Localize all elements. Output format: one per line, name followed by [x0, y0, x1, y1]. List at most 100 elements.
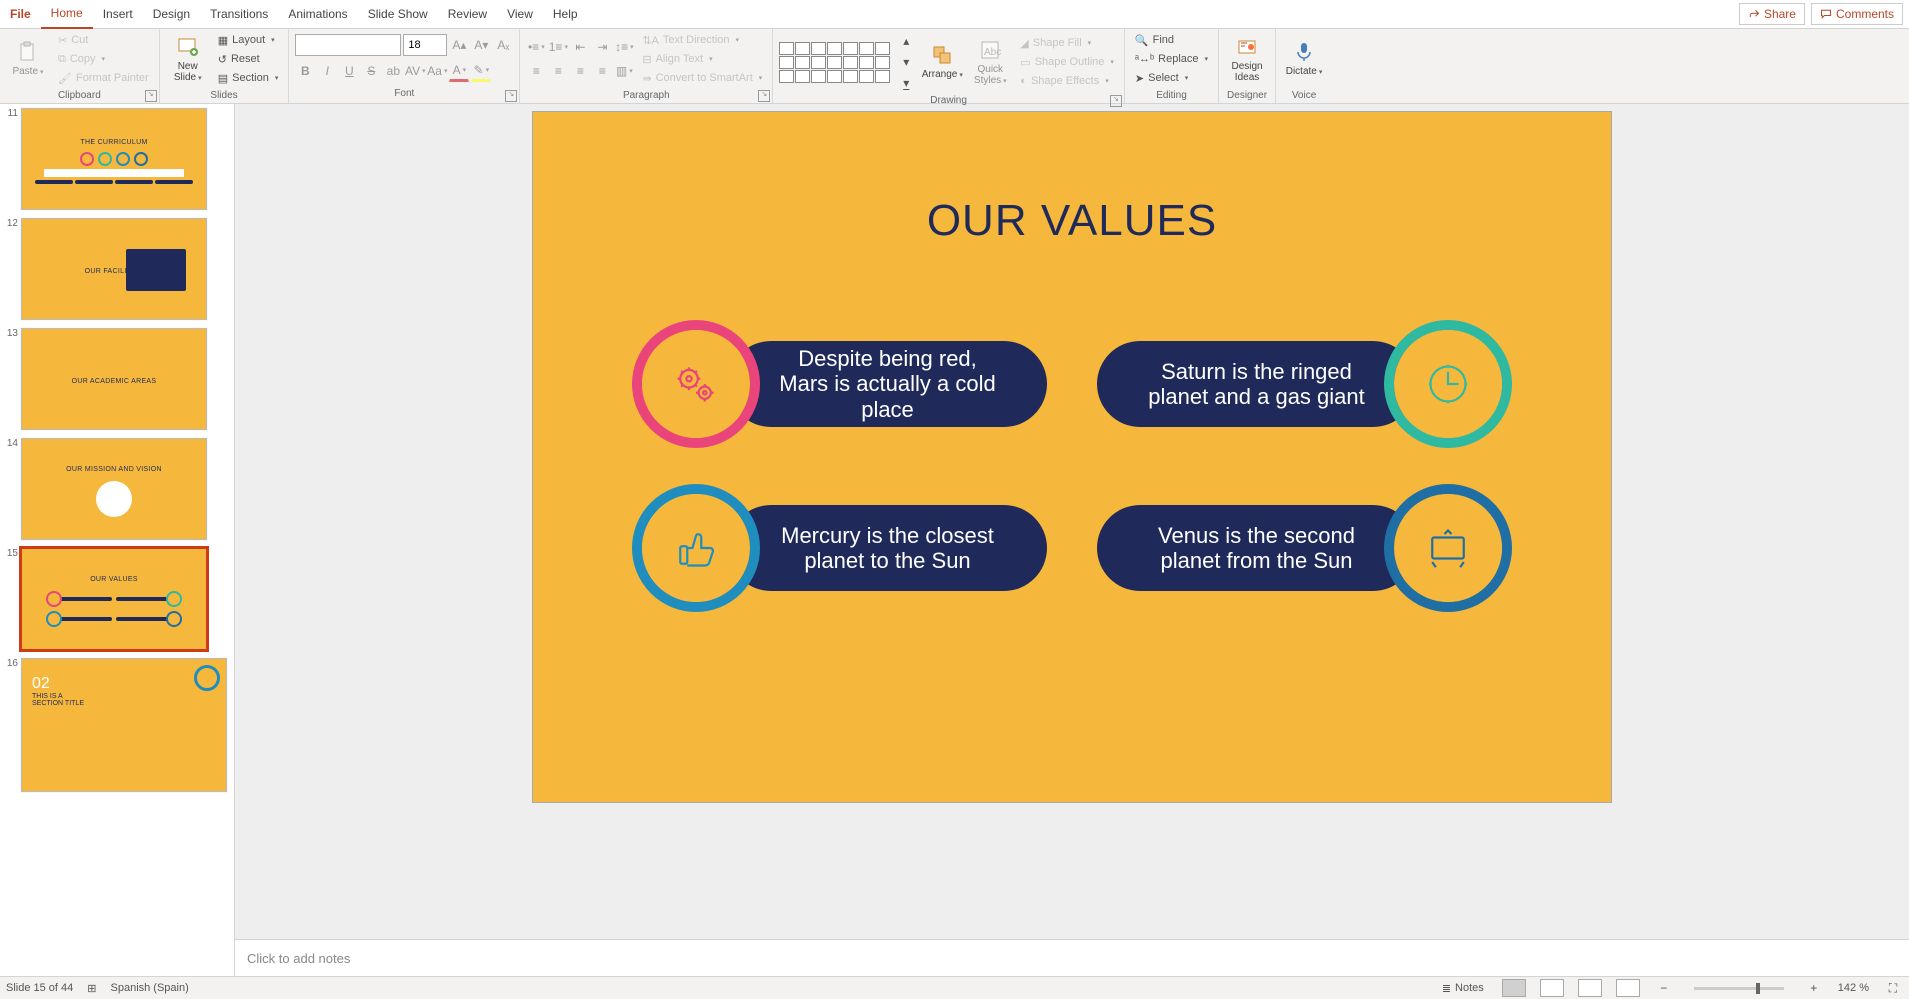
status-language[interactable]: Spanish (Spain): [111, 982, 189, 994]
replace-icon: ᵃ↔ᵇ: [1135, 53, 1154, 65]
tab-slideshow[interactable]: Slide Show: [358, 0, 438, 28]
copy-button[interactable]: ⧉Copy: [54, 50, 153, 68]
font-color-button[interactable]: A: [449, 60, 469, 82]
normal-view-button[interactable]: [1502, 979, 1526, 997]
align-right-button[interactable]: ≡: [570, 61, 590, 81]
align-text-button[interactable]: ⊟Align Text: [638, 50, 766, 68]
group-paragraph: •≡ 1≡ ⇤ ⇥ ↕≡ ≡ ≡ ≡ ≡ ▥ ⇅AText D: [520, 29, 773, 103]
section-button[interactable]: ▤Section: [214, 69, 283, 87]
dictate-button[interactable]: Dictate: [1282, 31, 1326, 87]
paste-icon: [16, 40, 40, 64]
italic-button[interactable]: I: [317, 61, 337, 81]
thumb-16[interactable]: 16 02 THIS IS A SECTION TITLE: [0, 654, 234, 796]
char-spacing-button[interactable]: AV: [405, 61, 425, 81]
font-dialog-launcher[interactable]: ↘: [505, 90, 517, 102]
slideshow-view-button[interactable]: [1616, 979, 1640, 997]
layout-button[interactable]: ▦Layout: [214, 31, 283, 49]
tab-insert[interactable]: Insert: [93, 0, 143, 28]
smartart-button[interactable]: ⇛Convert to SmartArt: [638, 69, 766, 87]
thumb-11[interactable]: 11 THE CURRICULUM: [0, 104, 234, 214]
thumb-12[interactable]: 12 OUR FACILITIES: [0, 214, 234, 324]
numbering-button[interactable]: 1≡: [548, 37, 568, 57]
design-ideas-button[interactable]: Design Ideas: [1225, 31, 1269, 87]
cut-button[interactable]: ✂Cut: [54, 31, 153, 49]
text-direction-button[interactable]: ⇅AText Direction: [638, 31, 766, 49]
comments-button[interactable]: Comments: [1811, 3, 1903, 25]
canvas-scroll[interactable]: OUR VALUES Despite being red, Mars is ac…: [235, 104, 1909, 939]
group-clipboard: Paste ✂Cut ⧉Copy 🖌Format Painter Clipboa…: [0, 29, 160, 103]
strike-button[interactable]: S: [361, 61, 381, 81]
align-center-button[interactable]: ≡: [548, 61, 568, 81]
shapes-more-icon[interactable]: ▾̲: [896, 73, 916, 93]
change-case-button[interactable]: Aa: [427, 61, 447, 81]
clear-format-icon[interactable]: Aₓ: [493, 35, 513, 55]
value-text-1: Despite being red, Mars is actually a co…: [728, 341, 1047, 427]
status-slide-number: Slide 15 of 44: [6, 982, 73, 994]
line-spacing-button[interactable]: ↕≡: [614, 37, 634, 57]
accessibility-icon[interactable]: ⊞: [87, 982, 96, 995]
tab-home[interactable]: Home: [41, 0, 93, 29]
increase-font-icon[interactable]: A▴: [449, 35, 469, 55]
indent-button[interactable]: ⇥: [592, 37, 612, 57]
align-text-icon: ⊟: [642, 53, 651, 66]
tab-help[interactable]: Help: [543, 0, 588, 28]
share-button[interactable]: Share: [1739, 3, 1805, 25]
shape-effects-button[interactable]: ◐Shape Effects: [1016, 72, 1118, 90]
bold-button[interactable]: B: [295, 61, 315, 81]
columns-button[interactable]: ▥: [614, 61, 634, 81]
thumb-14[interactable]: 14 OUR MISSION AND VISION: [0, 434, 234, 544]
cursor-icon: ➤: [1135, 72, 1144, 85]
tab-transitions[interactable]: Transitions: [200, 0, 278, 28]
bullets-button[interactable]: •≡: [526, 37, 546, 57]
replace-button[interactable]: ᵃ↔ᵇReplace: [1131, 50, 1212, 68]
tab-file[interactable]: File: [0, 0, 41, 28]
reading-view-button[interactable]: [1578, 979, 1602, 997]
slide-canvas[interactable]: OUR VALUES Despite being red, Mars is ac…: [533, 112, 1611, 802]
canvas-area: OUR VALUES Despite being red, Mars is ac…: [235, 104, 1909, 976]
clipboard-dialog-launcher[interactable]: ↘: [145, 90, 157, 102]
decrease-font-icon[interactable]: A▾: [471, 35, 491, 55]
format-painter-button[interactable]: 🖌Format Painter: [54, 69, 153, 87]
zoom-out-button[interactable]: −: [1654, 978, 1674, 998]
font-size-input[interactable]: [403, 34, 447, 56]
notes-toggle[interactable]: ≣Notes: [1438, 979, 1488, 997]
group-label-designer: Designer: [1227, 90, 1267, 101]
underline-button[interactable]: U: [339, 61, 359, 81]
shape-outline-button[interactable]: ▭Shape Outline: [1016, 53, 1118, 71]
zoom-slider[interactable]: [1694, 987, 1784, 990]
clock-icon: [1384, 320, 1512, 448]
zoom-level[interactable]: 142 %: [1838, 982, 1869, 994]
reset-button[interactable]: ↺Reset: [214, 50, 283, 68]
fit-to-window-button[interactable]: ⛶: [1883, 978, 1903, 998]
tab-design[interactable]: Design: [143, 0, 200, 28]
value-card-1: Despite being red, Mars is actually a co…: [632, 332, 1047, 436]
font-name-input[interactable]: [295, 34, 401, 56]
thumb-15[interactable]: 15 OUR VALUES: [0, 544, 234, 654]
tab-view[interactable]: View: [497, 0, 543, 28]
shapes-gallery[interactable]: [779, 42, 890, 83]
paragraph-dialog-launcher[interactable]: ↘: [758, 90, 770, 102]
quick-styles-button[interactable]: Abc Quick Styles: [968, 34, 1012, 90]
shapes-down-icon[interactable]: ▾: [896, 52, 916, 72]
justify-button[interactable]: ≡: [592, 61, 612, 81]
zoom-in-button[interactable]: +: [1804, 978, 1824, 998]
select-button[interactable]: ➤Select: [1131, 69, 1212, 87]
notes-pane[interactable]: Click to add notes: [235, 939, 1909, 976]
thumbnail-pane[interactable]: 11 THE CURRICULUM 12 OUR FACILITIES 13 O…: [0, 104, 235, 976]
thumb-13[interactable]: 13 OUR ACADEMIC AREAS: [0, 324, 234, 434]
group-designer: Design Ideas Designer: [1219, 29, 1276, 103]
shape-fill-button[interactable]: ◢Shape Fill: [1016, 34, 1118, 52]
new-slide-button[interactable]: New Slide: [166, 31, 210, 87]
tab-review[interactable]: Review: [438, 0, 497, 28]
highlight-button[interactable]: ✎: [471, 60, 491, 82]
align-left-button[interactable]: ≡: [526, 61, 546, 81]
tab-animations[interactable]: Animations: [278, 0, 357, 28]
outdent-button[interactable]: ⇤: [570, 37, 590, 57]
group-label-clipboard: Clipboard: [58, 90, 101, 101]
paste-button[interactable]: Paste: [6, 31, 50, 87]
find-button[interactable]: 🔍Find: [1131, 31, 1212, 49]
shadow-button[interactable]: ab: [383, 61, 403, 81]
sorter-view-button[interactable]: [1540, 979, 1564, 997]
arrange-button[interactable]: Arrange: [920, 34, 964, 90]
shapes-up-icon[interactable]: ▴: [896, 31, 916, 51]
